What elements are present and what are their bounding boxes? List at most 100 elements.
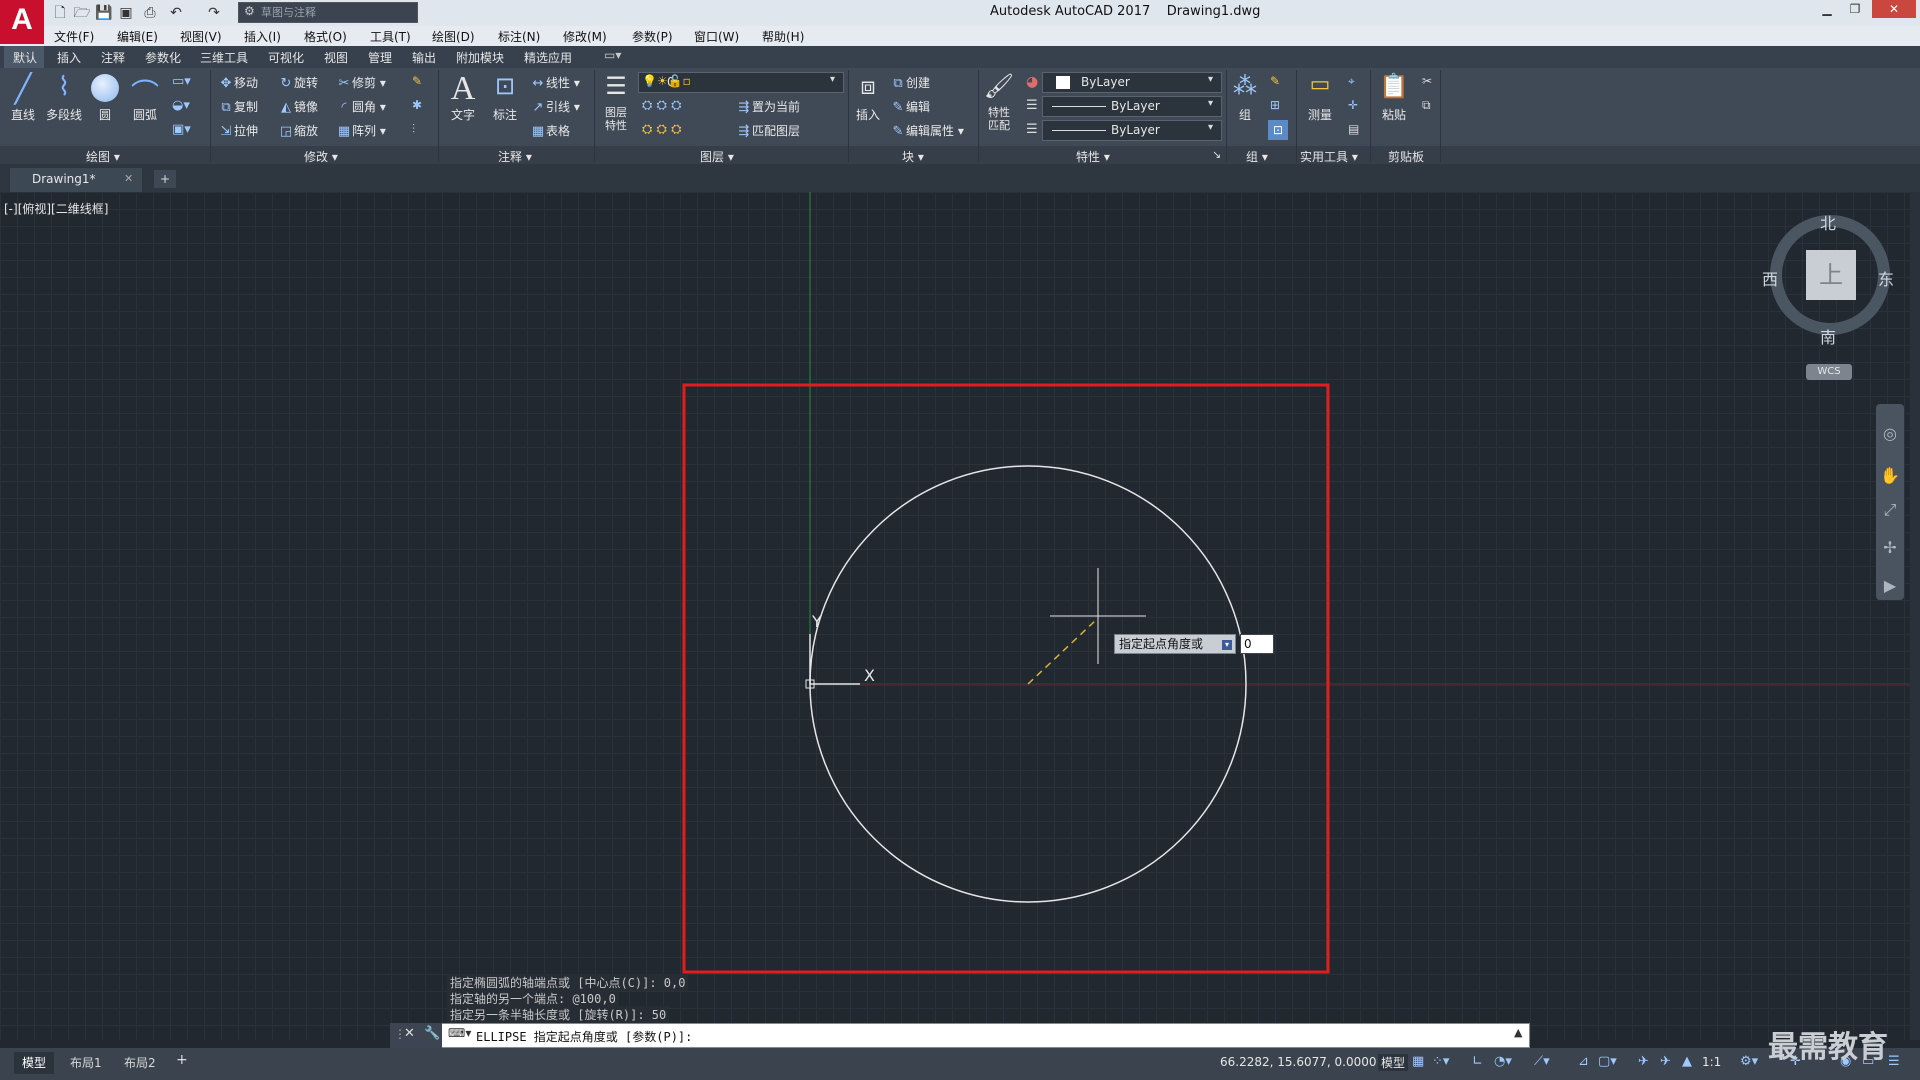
- create-block-button[interactable]: ⧉ 创建: [890, 74, 930, 92]
- set-current-button[interactable]: ⇶ 置为当前: [736, 98, 800, 116]
- erase-icon[interactable]: ✎: [412, 74, 422, 88]
- command-history-toggle-icon[interactable]: ▲: [1514, 1026, 1522, 1039]
- hatch-icon[interactable]: ◒▾: [172, 98, 190, 113]
- minimize-icon[interactable]: ▁: [1814, 0, 1840, 18]
- layout-tab-model[interactable]: 模型: [14, 1052, 55, 1074]
- region-icon[interactable]: ▣▾: [172, 122, 191, 137]
- id-point-icon[interactable]: ✛: [1348, 98, 1358, 112]
- polar-tracking-icon[interactable]: ◔▾: [1494, 1054, 1512, 1069]
- layer-properties-button[interactable]: ☰ 图层特性: [598, 72, 634, 132]
- tab-parametric[interactable]: 参数化: [145, 49, 181, 66]
- insert-block-button[interactable]: ⧈ 插入: [852, 72, 884, 123]
- restore-icon[interactable]: ❐: [1842, 0, 1868, 18]
- copy-clip-icon[interactable]: ⧉: [1422, 98, 1431, 113]
- workspace-switch-icon[interactable]: ⚙▾: [1740, 1054, 1758, 1069]
- menu-format[interactable]: 格式(O): [304, 28, 347, 45]
- annotation-visibility-icon[interactable]: ✈: [1638, 1054, 1649, 1069]
- annotation-scale-value[interactable]: 1:1: [1702, 1055, 1721, 1069]
- zoom-extents-icon[interactable]: ⤢: [1880, 500, 1900, 520]
- save-icon[interactable]: 💾: [94, 3, 114, 23]
- print-icon[interactable]: ⎙: [140, 3, 160, 23]
- compass-south[interactable]: 南: [1820, 324, 1836, 348]
- leader-button[interactable]: ↗ 引线 ▾: [530, 98, 580, 116]
- rotate-button[interactable]: ↻ 旋转: [278, 74, 318, 92]
- block-panel-title[interactable]: 块 ▾: [902, 148, 924, 165]
- layout-tab-2[interactable]: 布局2: [116, 1052, 164, 1074]
- new-layout-icon[interactable]: +: [176, 1052, 188, 1068]
- close-tab-icon[interactable]: ✕: [124, 172, 133, 185]
- layers-panel-title[interactable]: 图层 ▾: [700, 148, 734, 165]
- coordinates-readout[interactable]: 66.2282, 15.6077, 0.0000: [1220, 1055, 1377, 1069]
- fillet-button[interactable]: ◜ 圆角 ▾: [336, 98, 385, 116]
- explode-icon[interactable]: ✱: [412, 98, 422, 112]
- edit-attribute-button[interactable]: ✎ 编辑属性 ▾: [890, 122, 964, 140]
- array-button[interactable]: ▦ 阵列 ▾: [336, 122, 386, 140]
- viewcube-top-face[interactable]: 上: [1806, 250, 1856, 300]
- mirror-button[interactable]: ◭ 镜像: [278, 98, 318, 116]
- autocad-logo-icon[interactable]: A: [0, 0, 44, 44]
- object-snap-icon[interactable]: ▢▾: [1598, 1054, 1617, 1069]
- tab-view[interactable]: 视图: [324, 49, 348, 66]
- menu-file[interactable]: 文件(F): [54, 28, 94, 45]
- wcs-menu[interactable]: WCS: [1806, 364, 1852, 380]
- tab-default[interactable]: 默认: [13, 49, 37, 66]
- ribbon-toggle-icon[interactable]: ▭▾: [604, 48, 621, 62]
- annotation-panel-title[interactable]: 注释 ▾: [498, 148, 532, 165]
- clipboard-panel-title[interactable]: 剪贴板: [1388, 148, 1424, 165]
- auto-scale-icon[interactable]: ✈: [1660, 1054, 1671, 1069]
- point-icon[interactable]: ⌖: [1348, 74, 1355, 89]
- paste-button[interactable]: 📋 粘贴: [1376, 72, 1412, 123]
- new-tab-icon[interactable]: +: [154, 170, 176, 188]
- match-layer-button[interactable]: ⇶ 匹配图层: [736, 122, 800, 140]
- vertical-scrollbar[interactable]: [1910, 192, 1920, 1040]
- table-button[interactable]: ▦ 表格: [530, 122, 570, 140]
- customization-menu-icon[interactable]: ☰: [1888, 1054, 1900, 1069]
- text-button[interactable]: A 文字: [446, 70, 480, 123]
- group-button[interactable]: ⁂ 组: [1230, 72, 1260, 123]
- menu-tools[interactable]: 工具(T): [370, 28, 411, 45]
- trim-button[interactable]: ✂ 修剪 ▾: [336, 74, 386, 92]
- layer-tools-row2-icons[interactable]: ⛭ ⛭ ⛭: [642, 122, 681, 137]
- move-button[interactable]: ✥ 移动: [218, 74, 258, 92]
- utilities-panel-title[interactable]: 实用工具 ▾: [1300, 148, 1358, 165]
- calculator-icon[interactable]: ▤: [1348, 122, 1359, 136]
- measure-button[interactable]: ▭ 测量: [1302, 72, 1338, 123]
- tab-featured-apps[interactable]: 精选应用: [524, 49, 572, 66]
- pan-hand-icon[interactable]: ✋: [1880, 466, 1900, 485]
- compass-west[interactable]: 西: [1762, 266, 1778, 290]
- line-button[interactable]: ╱ 直线: [6, 72, 40, 123]
- showmotion-icon[interactable]: ▶: [1880, 576, 1900, 595]
- menu-insert[interactable]: 插入(I): [244, 28, 281, 45]
- steering-wheel-icon[interactable]: ◎: [1880, 424, 1900, 443]
- menu-view[interactable]: 视图(V): [180, 28, 222, 45]
- tab-manage[interactable]: 管理: [368, 49, 392, 66]
- rectangle-icon[interactable]: ▭▾: [172, 74, 191, 89]
- tab-annotate[interactable]: 注释: [101, 49, 125, 66]
- close-command-icon[interactable]: ✕: [404, 1026, 415, 1041]
- menu-window[interactable]: 窗口(W): [694, 28, 739, 45]
- ungroup-icon[interactable]: ✎: [1270, 74, 1280, 88]
- draw-panel-title[interactable]: 绘图 ▾: [86, 148, 120, 165]
- isodraft-icon[interactable]: ⟋▾: [1534, 1054, 1550, 1069]
- match-properties-button[interactable]: 🖌 特性匹配: [982, 72, 1016, 132]
- menu-draw[interactable]: 绘图(D): [432, 28, 475, 45]
- groups-panel-title[interactable]: 组 ▾: [1246, 148, 1268, 165]
- wrench-icon[interactable]: 🔧: [424, 1026, 440, 1041]
- group-select-icon[interactable]: ⊡: [1268, 120, 1288, 140]
- polyline-button[interactable]: ⌇ 多段线: [44, 72, 84, 123]
- linear-dim-button[interactable]: ↔ 线性 ▾: [530, 74, 580, 92]
- save-as-icon[interactable]: ▣: [116, 3, 136, 23]
- copy-button[interactable]: ⧉ 复制: [218, 98, 258, 116]
- new-file-icon[interactable]: 🗋: [50, 3, 70, 23]
- properties-panel-title[interactable]: 特性 ▾: [1076, 148, 1110, 165]
- object-snap-tracking-icon[interactable]: ⊿: [1578, 1054, 1589, 1069]
- menu-dimension[interactable]: 标注(N): [498, 28, 540, 45]
- scale-button[interactable]: ◲ 缩放: [278, 122, 318, 140]
- compass-north[interactable]: 北: [1820, 210, 1836, 234]
- ortho-icon[interactable]: ∟: [1472, 1054, 1483, 1069]
- panel-launcher-icon[interactable]: ↘: [1212, 148, 1221, 161]
- snap-mode-icon[interactable]: ⁘▾: [1432, 1054, 1449, 1069]
- menu-edit[interactable]: 编辑(E): [117, 28, 158, 45]
- orbit-icon[interactable]: ✢: [1880, 538, 1900, 557]
- layout-tab-1[interactable]: 布局1: [62, 1052, 110, 1074]
